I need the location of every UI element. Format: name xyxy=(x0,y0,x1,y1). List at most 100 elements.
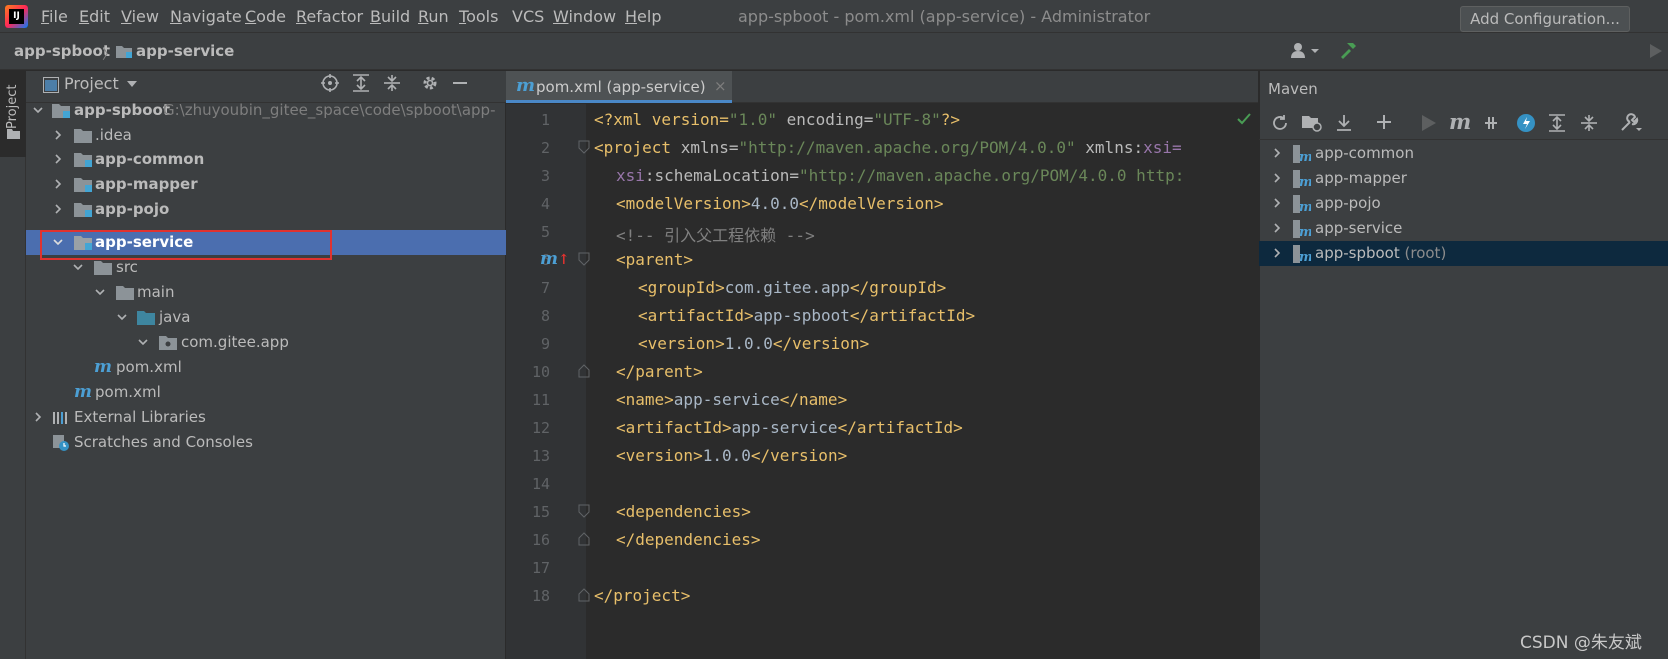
menu-file[interactable]: File xyxy=(41,7,68,26)
add-configuration-button[interactable]: Add Configuration... xyxy=(1460,6,1630,32)
maven-project-app-common[interactable]: m app-common xyxy=(1259,141,1668,166)
tree-item-idea[interactable]: .idea xyxy=(26,123,506,148)
menu-navigate[interactable]: Navigate xyxy=(170,7,242,26)
project-tool-tab[interactable]: Project xyxy=(0,71,26,157)
menu-build[interactable]: Build xyxy=(370,7,410,26)
tree-item-app-pojo[interactable]: app-pojo xyxy=(26,197,506,222)
reload-icon[interactable] xyxy=(1271,114,1289,132)
tree-item-label: com.gitee.app xyxy=(181,333,289,351)
fold-icon[interactable] xyxy=(578,252,590,266)
toggle-offline-icon[interactable] xyxy=(1482,114,1500,132)
tree-item-app-mapper[interactable]: app-mapper xyxy=(26,172,506,197)
chevron-right-icon[interactable] xyxy=(52,129,64,141)
menu-refactor[interactable]: Refactor xyxy=(296,7,363,26)
tree-item-pom-root[interactable]: m pom.xml xyxy=(26,380,506,405)
gear-icon[interactable] xyxy=(421,74,439,92)
code-editor[interactable] xyxy=(506,104,1258,659)
tree-item-external-libraries[interactable]: External Libraries xyxy=(26,405,506,430)
breadcrumb-app-service[interactable]: app-service xyxy=(136,42,234,60)
svg-text:m: m xyxy=(1299,250,1311,263)
menu-vcs[interactable]: VCS xyxy=(512,7,544,26)
maven-project-app-spboot[interactable]: m app-spboot (root) xyxy=(1259,241,1668,266)
menu-window[interactable]: Window xyxy=(553,7,616,26)
chevron-down-icon[interactable] xyxy=(94,286,106,298)
run-icon[interactable] xyxy=(1650,44,1662,58)
chevron-down-icon[interactable] xyxy=(72,261,84,273)
source-folder-icon xyxy=(137,311,155,325)
tree-item-label: app-spboot xyxy=(74,101,171,119)
run-maven-icon[interactable] xyxy=(1422,115,1436,131)
chevron-right-icon[interactable] xyxy=(1271,222,1283,234)
tree-item-app-common[interactable]: app-common xyxy=(26,147,506,172)
menu-run[interactable]: Run xyxy=(418,7,449,26)
collapse-all-icon[interactable] xyxy=(383,74,401,92)
maven-file-icon: m xyxy=(516,75,536,96)
breadcrumb-app-spboot[interactable]: app-spboot xyxy=(14,42,110,60)
chevron-down-icon[interactable] xyxy=(127,81,137,87)
menu-view[interactable]: View xyxy=(121,7,159,26)
hide-panel-icon[interactable] xyxy=(453,82,467,84)
tree-item-app-spboot[interactable]: app-spboot G:\zhuyoubin_gitee_space\code… xyxy=(26,98,506,123)
chevron-down-icon[interactable] xyxy=(116,311,128,323)
chevron-down-icon[interactable] xyxy=(32,104,44,116)
maven-project-app-mapper[interactable]: m app-mapper xyxy=(1259,166,1668,191)
module-folder-icon xyxy=(74,178,92,192)
chevron-right-icon[interactable] xyxy=(1271,172,1283,184)
menu-tools[interactable]: Tools xyxy=(459,7,498,26)
locate-crosshair-icon[interactable] xyxy=(321,74,339,92)
module-folder-icon xyxy=(74,203,92,217)
project-panel-title[interactable]: Project xyxy=(64,74,119,93)
tree-item-scratches[interactable]: Scratches and Consoles xyxy=(26,430,506,455)
maven-module-icon: m xyxy=(1293,220,1311,238)
svg-text:m: m xyxy=(1299,200,1311,213)
execute-goal-icon[interactable]: m xyxy=(1449,109,1471,134)
chevron-right-icon[interactable] xyxy=(1271,147,1283,159)
maven-parent-marker-icon[interactable]: m↑ xyxy=(540,249,570,269)
tree-item-label: Scratches and Consoles xyxy=(74,433,253,451)
tree-item-java[interactable]: java xyxy=(26,305,506,330)
maven-project-app-service[interactable]: m app-service xyxy=(1259,216,1668,241)
maven-project-label: app-pojo xyxy=(1315,194,1381,212)
tree-item-main[interactable]: main xyxy=(26,280,506,305)
chevron-down-icon[interactable] xyxy=(137,336,149,348)
build-hammer-icon[interactable] xyxy=(1338,40,1358,60)
code-line-18: </project> xyxy=(594,586,691,605)
fold-icon[interactable] xyxy=(578,140,590,154)
chevron-right-icon[interactable] xyxy=(1271,247,1283,259)
folder-icon xyxy=(7,128,20,139)
skip-tests-icon[interactable] xyxy=(1516,113,1536,133)
tree-item-pom-service[interactable]: m pom.xml xyxy=(26,355,506,380)
fold-icon[interactable] xyxy=(578,504,590,518)
close-icon[interactable]: × xyxy=(714,77,727,95)
chevron-right-icon[interactable] xyxy=(52,178,64,190)
menu-edit[interactable]: Edit xyxy=(79,7,110,26)
chevron-right-icon[interactable] xyxy=(32,411,44,423)
tree-item-src[interactable]: src xyxy=(26,255,506,280)
chevron-right-icon[interactable] xyxy=(1271,197,1283,209)
line-number: 7 xyxy=(540,279,550,297)
fold-end-icon[interactable] xyxy=(578,364,590,378)
menu-code[interactable]: Code xyxy=(245,7,286,26)
fold-end-icon[interactable] xyxy=(578,588,590,602)
maven-project-app-pojo[interactable]: m app-pojo xyxy=(1259,191,1668,216)
watermark: CSDN @朱友斌 xyxy=(1520,633,1642,653)
folder-icon xyxy=(116,286,134,300)
expand-all-icon[interactable] xyxy=(352,74,370,92)
chevron-right-icon[interactable] xyxy=(52,153,64,165)
tree-item-com-gitee-app[interactable]: com.gitee.app xyxy=(26,330,506,355)
code-line-3: xsi:schemaLocation="http://maven.apache.… xyxy=(616,166,1185,185)
chevron-right-icon[interactable] xyxy=(52,203,64,215)
menu-help[interactable]: Help xyxy=(625,7,661,26)
generate-sources-icon[interactable] xyxy=(1302,114,1322,132)
show-dependencies-icon[interactable] xyxy=(1548,114,1566,132)
line-number: 3 xyxy=(540,167,550,185)
download-icon[interactable] xyxy=(1335,114,1353,132)
maven-project-label: app-mapper xyxy=(1315,169,1407,187)
tab-pom-xml[interactable]: m pom.xml (app-service) × xyxy=(506,71,732,103)
add-icon[interactable] xyxy=(1376,114,1392,130)
user-icon[interactable] xyxy=(1291,42,1321,58)
fold-end-icon[interactable] xyxy=(578,532,590,546)
wrench-icon[interactable] xyxy=(1620,113,1642,133)
collapse-all-icon[interactable] xyxy=(1580,114,1598,132)
maven-project-label: app-service xyxy=(1315,219,1403,237)
